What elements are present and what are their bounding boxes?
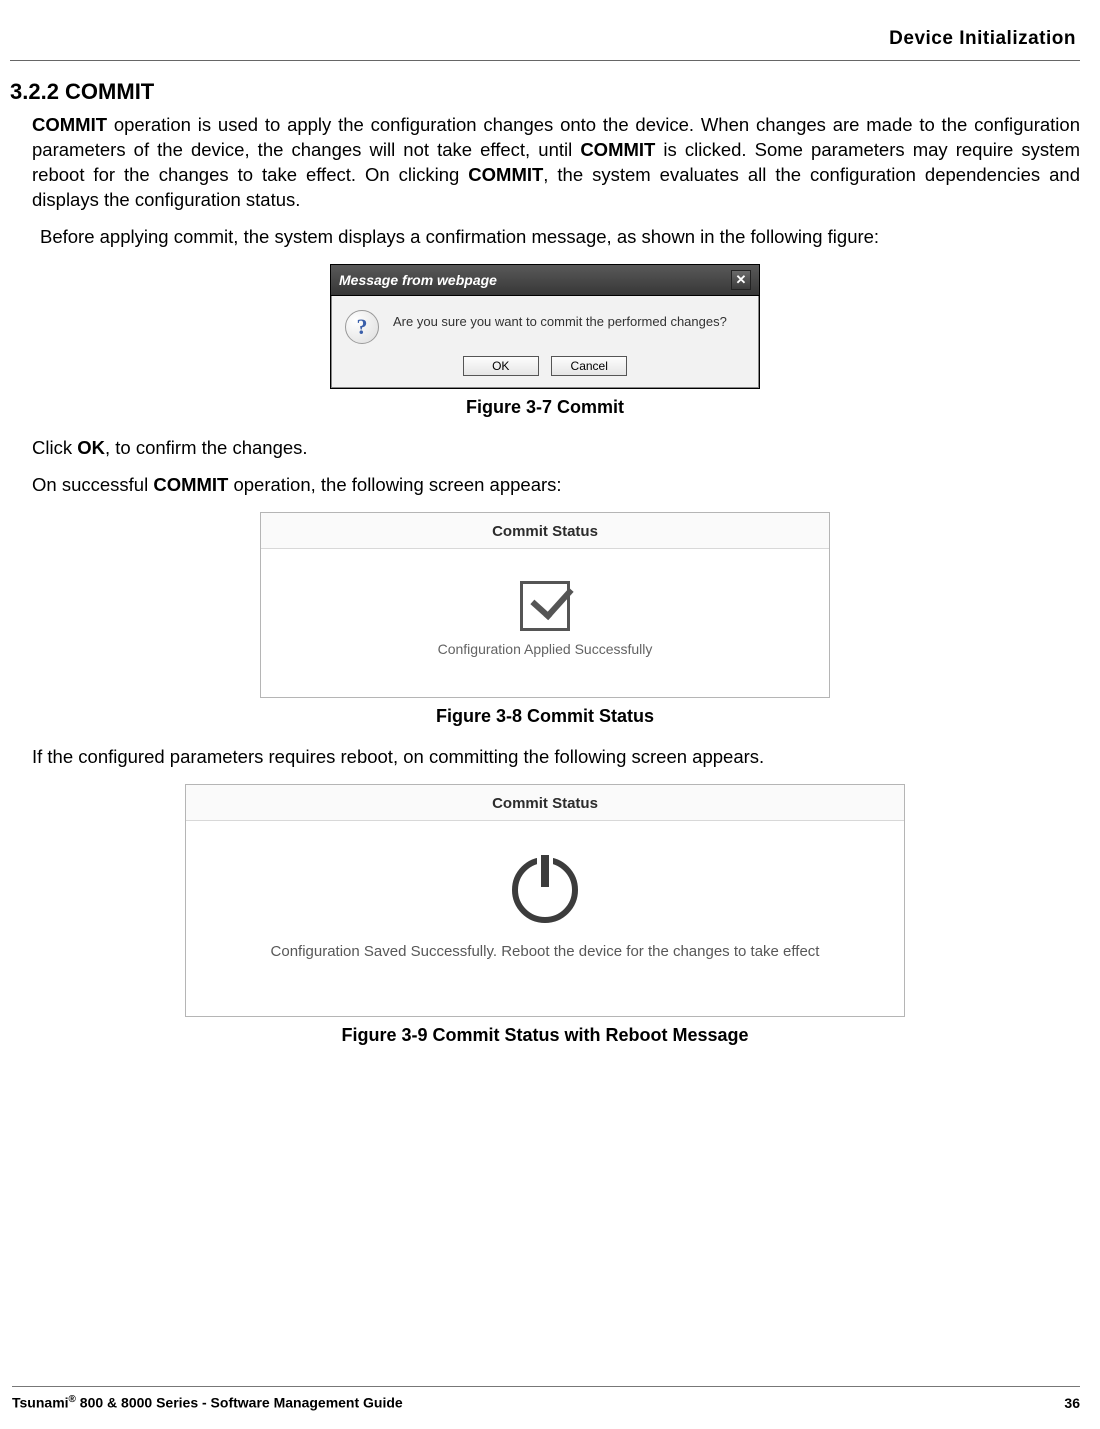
- figure-commit-dialog: Message from webpage ✕ ? Are you sure yo…: [10, 264, 1080, 389]
- confirm-dialog-buttons: OK Cancel: [331, 356, 759, 388]
- bold-commit-4: COMMIT: [153, 474, 228, 495]
- commit-status-title-1: Commit Status: [261, 513, 829, 549]
- figure-caption-3: Figure 3-9 Commit Status with Reboot Mes…: [10, 1025, 1080, 1046]
- figure-commit-status-reboot: Commit Status Configuration Saved Succes…: [10, 784, 1080, 1017]
- commit-status-panel-success: Commit Status Configuration Applied Succ…: [260, 512, 830, 698]
- text-onsuccess-post: operation, the following screen appears:: [228, 474, 561, 495]
- confirm-dialog: Message from webpage ✕ ? Are you sure yo…: [330, 264, 760, 389]
- figure-caption-1: Figure 3-7 Commit: [10, 397, 1080, 418]
- paragraph-on-success: On successful COMMIT operation, the foll…: [32, 473, 1080, 498]
- footer-divider: [12, 1386, 1080, 1387]
- text-confirm: , to confirm the changes.: [105, 437, 308, 458]
- bold-commit-3: COMMIT: [468, 164, 543, 185]
- commit-status-message-1: Configuration Applied Successfully: [261, 641, 829, 657]
- header-divider: [10, 60, 1080, 61]
- footer-title: 800 & 8000 Series - Software Management …: [76, 1395, 403, 1411]
- ok-button[interactable]: OK: [463, 356, 539, 376]
- confirm-dialog-message: Are you sure you want to commit the perf…: [393, 310, 727, 329]
- commit-status-panel-reboot: Commit Status Configuration Saved Succes…: [185, 784, 905, 1017]
- footer-left: Tsunami® 800 & 8000 Series - Software Ma…: [12, 1394, 403, 1411]
- page-header-title: Device Initialization: [10, 28, 1080, 50]
- paragraph-click-ok: Click OK, to confirm the changes.: [32, 436, 1080, 461]
- power-icon: [512, 857, 578, 923]
- commit-status-title-2: Commit Status: [186, 785, 904, 821]
- figure-caption-2: Figure 3-8 Commit Status: [10, 706, 1080, 727]
- section-heading: 3.2.2 COMMIT: [10, 79, 1080, 105]
- bold-ok: OK: [77, 437, 105, 458]
- page-footer: Tsunami® 800 & 8000 Series - Software Ma…: [12, 1394, 1080, 1411]
- close-icon[interactable]: ✕: [731, 270, 751, 290]
- bold-commit-1: COMMIT: [32, 114, 107, 135]
- commit-status-message-2: Configuration Saved Successfully. Reboot…: [186, 943, 904, 960]
- confirm-dialog-body: ? Are you sure you want to commit the pe…: [331, 296, 759, 356]
- checkmark-icon: [520, 581, 570, 631]
- footer-brand: Tsunami: [12, 1395, 69, 1411]
- registered-icon: ®: [69, 1394, 76, 1405]
- confirm-dialog-title-text: Message from webpage: [339, 272, 497, 288]
- confirm-dialog-titlebar: Message from webpage ✕: [331, 265, 759, 296]
- text-onsuccess-pre: On successful: [32, 474, 153, 495]
- page-number: 36: [1064, 1395, 1080, 1411]
- figure-commit-status: Commit Status Configuration Applied Succ…: [10, 512, 1080, 698]
- commit-status-body-2: Configuration Saved Successfully. Reboot…: [186, 821, 904, 1016]
- text-click: Click: [32, 437, 77, 458]
- question-icon: ?: [345, 310, 379, 344]
- paragraph-before-commit: Before applying commit, the system displ…: [40, 225, 1080, 250]
- commit-status-body-1: Configuration Applied Successfully: [261, 549, 829, 697]
- bold-commit-2: COMMIT: [580, 139, 655, 160]
- paragraph-commit-desc: COMMIT operation is used to apply the co…: [32, 113, 1080, 213]
- cancel-button[interactable]: Cancel: [551, 356, 627, 376]
- paragraph-reboot-note: If the configured parameters requires re…: [32, 745, 1080, 770]
